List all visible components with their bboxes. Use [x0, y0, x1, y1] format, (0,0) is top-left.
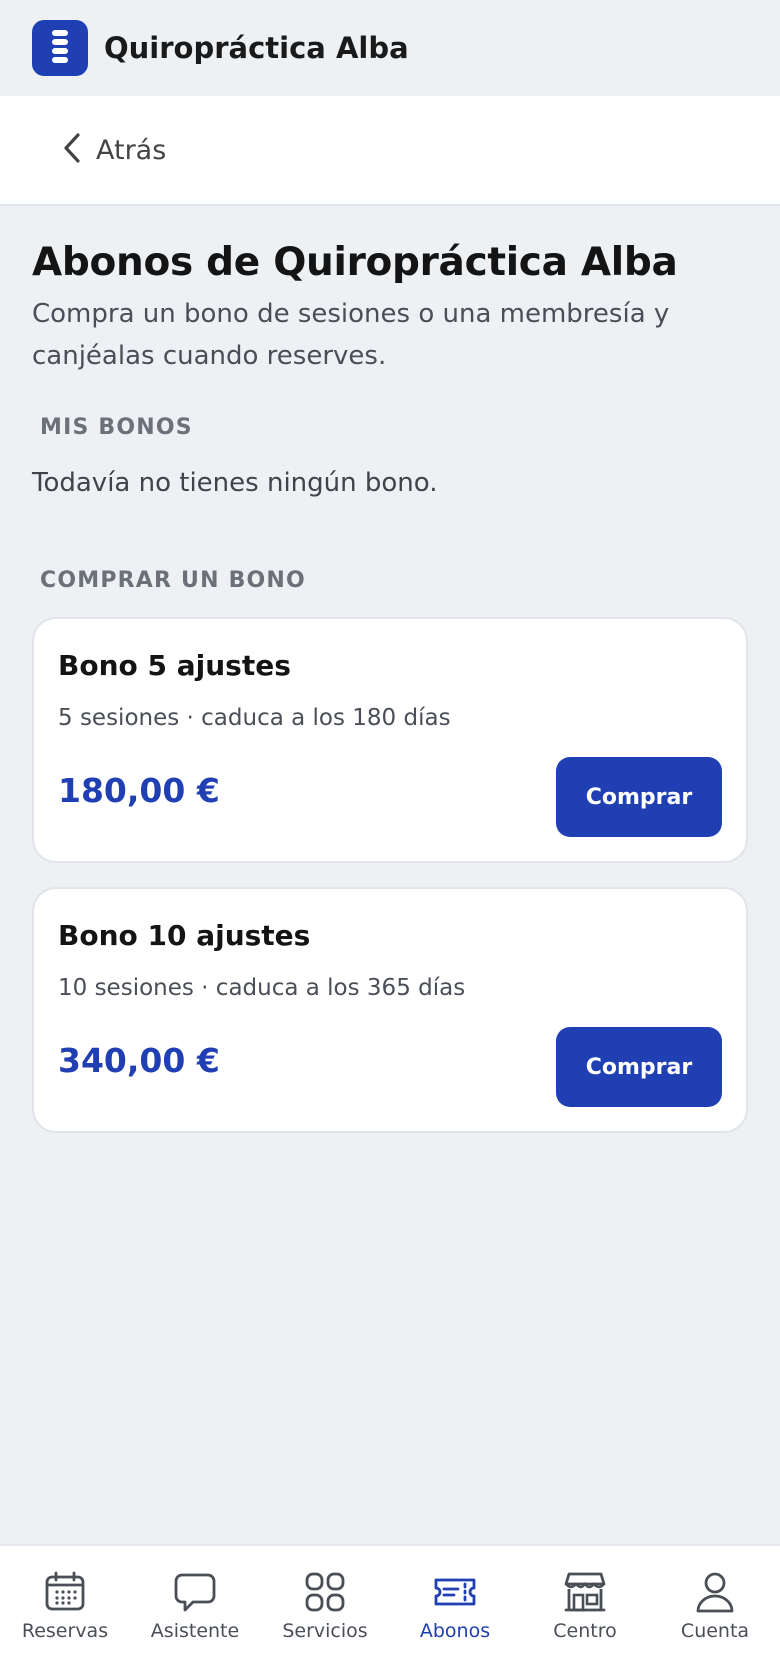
- pass-description: 10 sesiones · caduca a los 365 días: [58, 975, 466, 1001]
- grid-icon: [303, 1570, 347, 1614]
- buy-button[interactable]: Comprar: [556, 1027, 722, 1107]
- chevron-left-icon: [62, 132, 82, 168]
- spine-icon: [32, 20, 88, 76]
- empty-passes-text: Todavía no tienes ningún bono.: [32, 468, 438, 498]
- pass-card: Bono 5 ajustes 5 sesiones · caduca a los…: [32, 617, 748, 863]
- nav-item-reservas[interactable]: Reservas: [0, 1546, 130, 1660]
- pass-title: Bono 10 ajustes: [58, 919, 311, 952]
- chat-bubble-icon: [173, 1570, 217, 1614]
- nav-item-abonos[interactable]: Abonos: [390, 1546, 520, 1660]
- storefront-icon: [563, 1570, 607, 1614]
- nav-label: Reservas: [21, 1620, 109, 1642]
- nav-label: Servicios: [282, 1620, 368, 1642]
- nav-item-centro[interactable]: Centro: [520, 1546, 650, 1660]
- my-passes-heading: MIS BONOS: [40, 415, 193, 440]
- nav-label: Asistente: [150, 1620, 240, 1642]
- pass-description: 5 sesiones · caduca a los 180 días: [58, 705, 451, 731]
- buy-pass-heading: COMPRAR UN BONO: [40, 568, 306, 593]
- calendar-icon: [43, 1570, 87, 1614]
- pass-price: 180,00 €: [58, 771, 220, 810]
- pass-price: 340,00 €: [58, 1041, 220, 1080]
- nav-item-servicios[interactable]: Servicios: [260, 1546, 390, 1660]
- pass-card: Bono 10 ajustes 10 sesiones · caduca a l…: [32, 887, 748, 1133]
- app-title: Quiropráctica Alba: [104, 31, 409, 65]
- nav-label: Cuenta: [680, 1620, 750, 1642]
- page-subtitle: Compra un bono de sesiones o una membres…: [32, 299, 670, 371]
- pass-title: Bono 5 ajustes: [58, 649, 291, 682]
- nav-item-cuenta[interactable]: Cuenta: [650, 1546, 780, 1660]
- buy-button[interactable]: Comprar: [556, 757, 722, 837]
- page-title: Abonos de Quiropráctica Alba: [32, 240, 678, 285]
- main-content: Abonos de Quiropráctica Alba Compra un b…: [32, 206, 748, 1133]
- back-button[interactable]: Atrás: [62, 132, 166, 168]
- app-header: Quiropráctica Alba: [0, 0, 780, 96]
- nav-item-asistente[interactable]: Asistente: [130, 1546, 260, 1660]
- back-bar: Atrás: [0, 96, 780, 206]
- nav-label: Abonos: [419, 1620, 491, 1642]
- nav-label: Centro: [553, 1620, 617, 1642]
- ticket-icon: [433, 1570, 477, 1614]
- user-icon: [693, 1570, 737, 1614]
- back-label: Atrás: [96, 134, 167, 166]
- bottom-nav: Reservas Asistente Servicios Abonos Cent…: [0, 1544, 780, 1660]
